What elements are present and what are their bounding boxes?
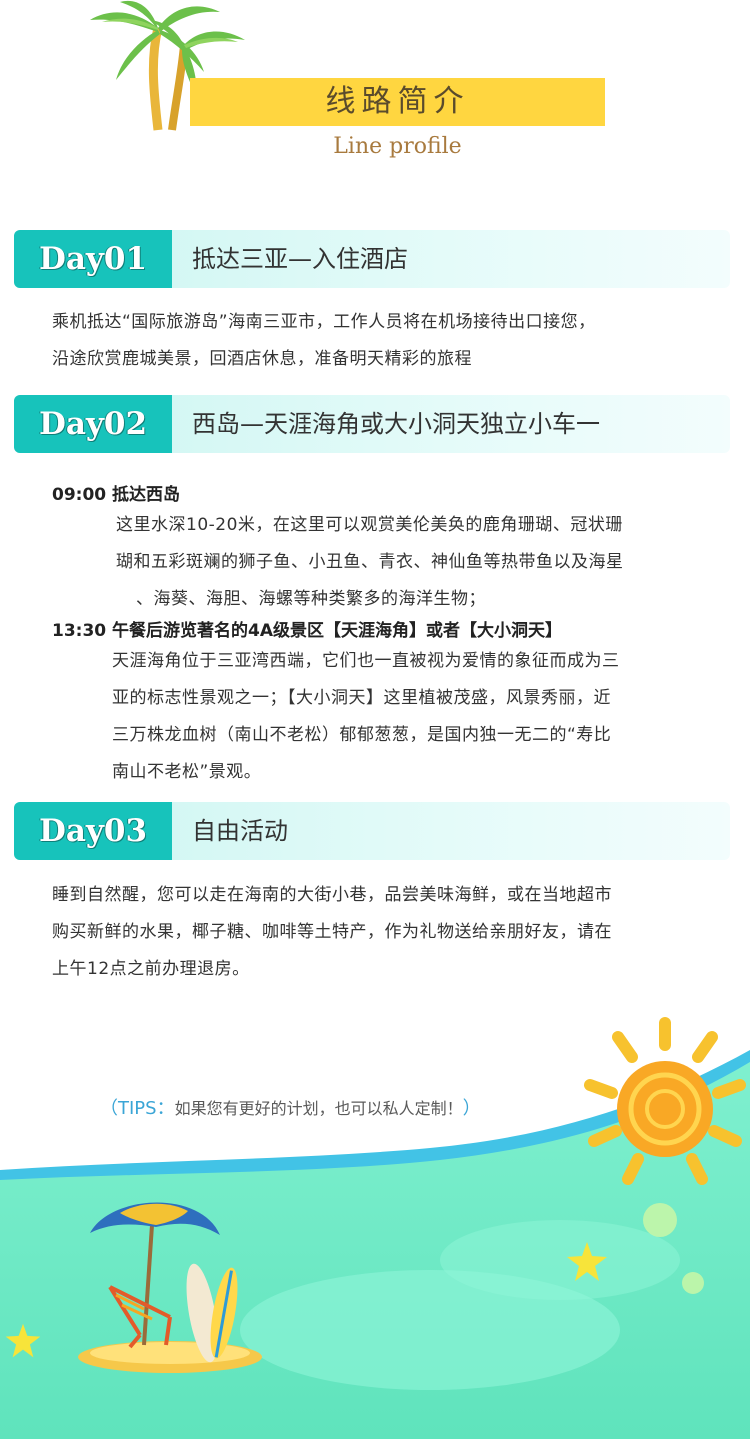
text-line: 三万株龙血树（南山不老松）郁郁葱葱，是国内独一无二的“寿比 [112,725,612,745]
sun-icon [584,1017,746,1185]
schedule-time: 09:00 抵达西岛 [52,485,181,505]
day-label: Day02 [14,395,172,453]
tips-text: （TIPS：如果您有更好的计划，也可以私人定制！） [100,1094,481,1120]
bubble-icon [643,1203,677,1237]
tips-open-paren: （ [100,1098,118,1119]
schedule-description: 天涯海角位于三亚湾西端，它们也一直被视为爱情的象征而成为三 亚的标志性景观之一；… [112,643,722,791]
schedule-time: 13:30 午餐后游览著名的4A级景区【天涯海角】或者【大小洞天】 [52,621,563,641]
text-line: 南山不老松”景观。 [112,762,262,782]
surfboard-icon [186,1263,238,1363]
text-line: 睡到自然醒，您可以走在海南的大街小巷，品尝美味海鲜，或在当地超市 [52,885,612,905]
text-line: 乘机抵达“国际旅游岛”海南三亚市，工作人员将在机场接待出口接您， [52,312,596,332]
page-subtitle: Line profile [333,134,462,159]
text-line: 购买新鲜的水果，椰子糖、咖啡等土特产，作为礼物送给亲朋好友，请在 [52,922,612,942]
bubble-icon [682,1272,704,1294]
tips-label: TIPS： [118,1098,175,1119]
page-title: 线路简介 [325,84,470,119]
day-title: 西岛—天涯海角或大小洞天独立小车一 [192,410,600,438]
star-icon [5,1323,41,1358]
day-label: Day03 [14,802,172,860]
text-line: 、海葵、海胆、海螺等种类繁多的海洋生物； [136,589,486,609]
text-line: 上午12点之前办理退房。 [52,959,250,979]
text-line: 亚的标志性景观之一；【大小洞天】这里植被茂盛，风景秀丽，近 [112,688,611,708]
text-line: 沿途欣赏鹿城美景，回酒店休息，准备明天精彩的旅程 [52,349,472,369]
tips-close-paren: ） [462,1098,481,1119]
day-description: 乘机抵达“国际旅游岛”海南三亚市，工作人员将在机场接待出口接您， 沿途欣赏鹿城美… [52,304,722,378]
day-title: 抵达三亚—入住酒店 [192,245,408,273]
schedule-description: 这里水深10-20米，在这里可以观赏美伦美奂的鹿角珊瑚、冠状珊 瑚和五彩斑斓的狮… [116,507,726,618]
text-line: 瑚和五彩斑斓的狮子鱼、小丑鱼、青衣、神仙鱼等热带鱼以及海星 [116,552,624,572]
day-title: 自由活动 [192,817,288,845]
tips-message: 如果您有更好的计划，也可以私人定制！ [174,1099,463,1118]
star-icon [567,1242,607,1281]
text-line: 天涯海角位于三亚湾西端，它们也一直被视为爱情的象征而成为三 [112,651,620,671]
text-line: 这里水深10-20米，在这里可以观赏美伦美奂的鹿角珊瑚、冠状珊 [116,515,623,535]
day-description: 睡到自然醒，您可以走在海南的大街小巷，品尝美味海鲜，或在当地超市 购买新鲜的水果… [52,877,722,988]
day-label: Day01 [14,230,172,288]
